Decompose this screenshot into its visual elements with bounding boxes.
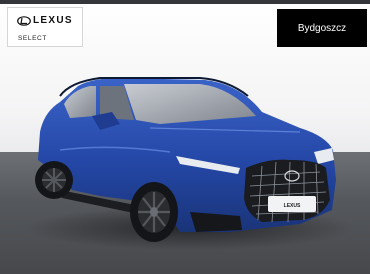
lexus-emblem-icon bbox=[17, 15, 31, 26]
select-program-label: SELECT bbox=[18, 35, 47, 42]
location-button[interactable]: Bydgoszcz bbox=[277, 9, 367, 47]
lexus-select-badge: LEXUS SELECT bbox=[7, 7, 83, 47]
lexus-logo: LEXUS bbox=[17, 15, 73, 26]
vehicle-photo[interactable]: LEXUS LEXUS SELECT Bydgoszcz bbox=[0, 0, 370, 274]
plate-logo-text: LEXUS bbox=[284, 203, 301, 209]
location-label: Bydgoszcz bbox=[297, 22, 347, 34]
brand-logo-text: LEXUS bbox=[33, 15, 73, 26]
